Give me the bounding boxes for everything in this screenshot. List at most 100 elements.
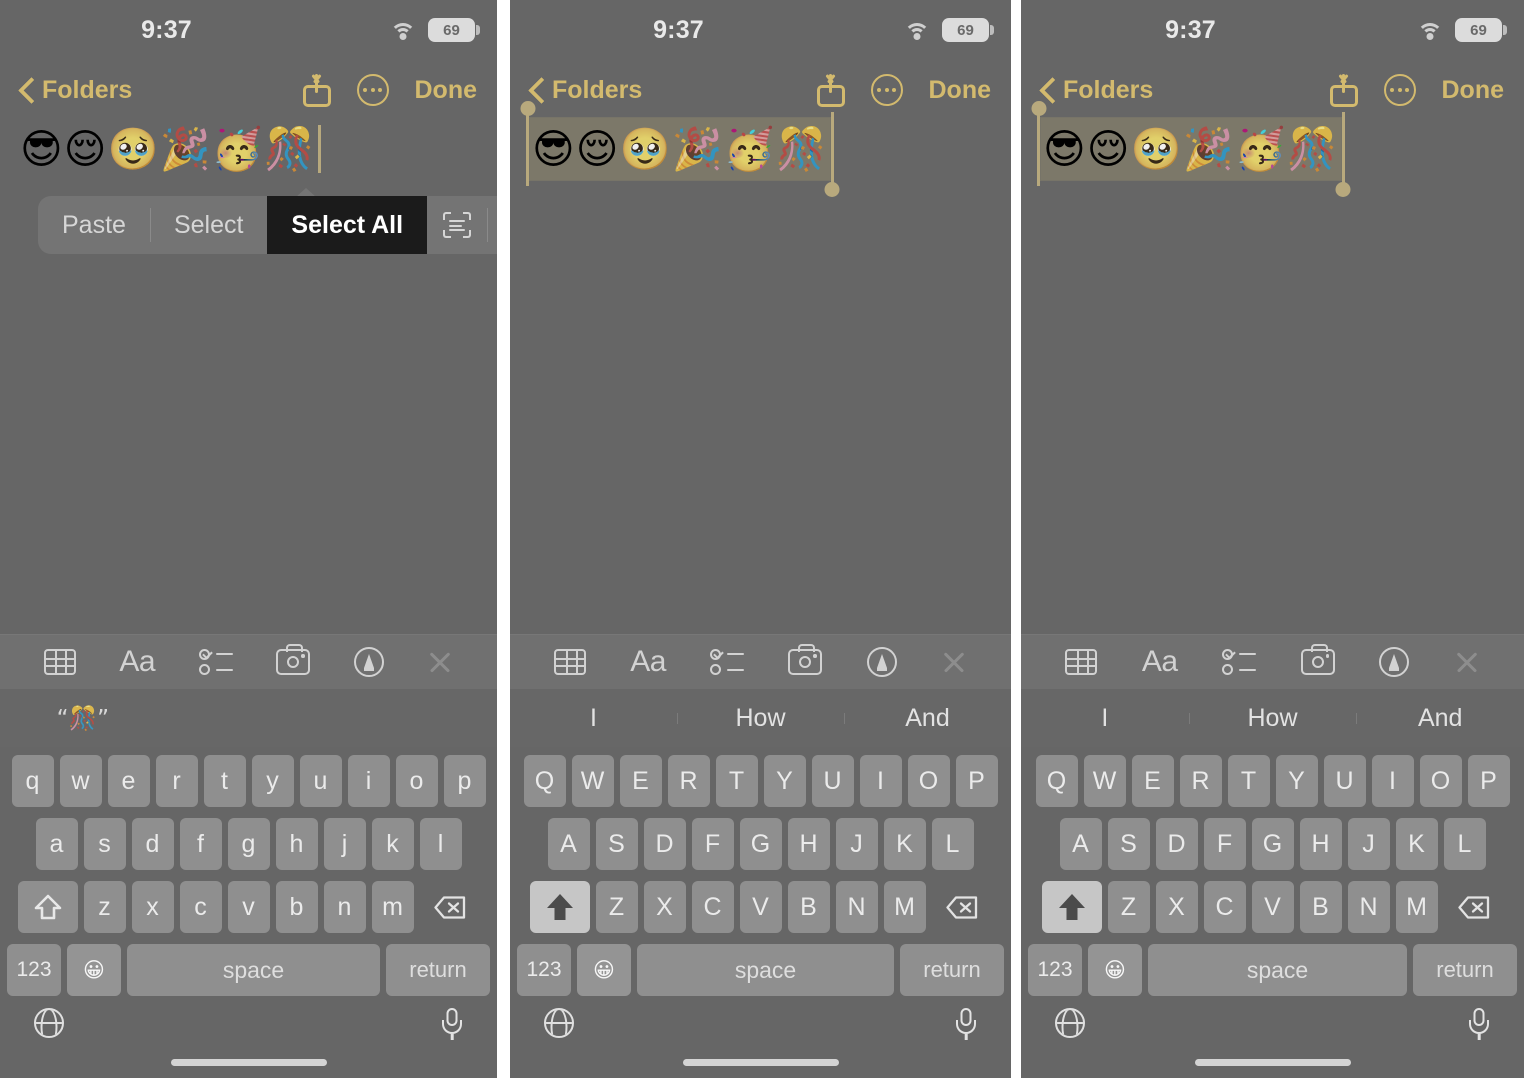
- note-body[interactable]: 😎😌🥹🎉🥳🎊: [510, 101, 1011, 197]
- key-q[interactable]: q: [11, 755, 54, 807]
- return-key[interactable]: return: [386, 944, 490, 996]
- table-icon[interactable]: [43, 649, 76, 675]
- checklist-icon[interactable]: [198, 649, 233, 675]
- key-c[interactable]: C: [691, 881, 734, 933]
- shift-key[interactable]: [17, 881, 78, 933]
- key-a[interactable]: a: [35, 818, 78, 870]
- key-o[interactable]: O: [1419, 755, 1462, 807]
- return-key[interactable]: return: [900, 944, 1004, 996]
- menu-item-scan-text[interactable]: [427, 196, 487, 254]
- key-h[interactable]: h: [275, 818, 318, 870]
- key-d[interactable]: D: [1155, 818, 1198, 870]
- share-icon[interactable]: [1329, 73, 1358, 107]
- text-format-icon[interactable]: Aa: [119, 647, 155, 677]
- back-to-folders-button[interactable]: Folders: [530, 76, 642, 105]
- key-z[interactable]: z: [83, 881, 126, 933]
- globe-language-icon[interactable]: [34, 1008, 64, 1038]
- prediction-0[interactable]: “🎊”: [0, 705, 166, 732]
- key-z[interactable]: Z: [1107, 881, 1150, 933]
- close-icon[interactable]: [1454, 649, 1480, 675]
- key-w[interactable]: W: [1083, 755, 1126, 807]
- numbers-key[interactable]: 123: [7, 944, 61, 996]
- key-r[interactable]: R: [667, 755, 710, 807]
- key-i[interactable]: i: [347, 755, 390, 807]
- markup-pen-icon[interactable]: [353, 647, 384, 677]
- key-f[interactable]: F: [691, 818, 734, 870]
- edit-menu-panel-1[interactable]: Paste Select Select All: [38, 188, 497, 254]
- key-r[interactable]: r: [155, 755, 198, 807]
- shift-key[interactable]: [1041, 881, 1102, 933]
- key-j[interactable]: j: [323, 818, 366, 870]
- markup-pen-icon[interactable]: [1379, 647, 1410, 677]
- key-c[interactable]: C: [1203, 881, 1246, 933]
- numbers-key[interactable]: 123: [517, 944, 571, 996]
- key-k[interactable]: K: [883, 818, 926, 870]
- key-o[interactable]: o: [395, 755, 438, 807]
- key-d[interactable]: d: [131, 818, 174, 870]
- prediction-1[interactable]: How: [1188, 704, 1357, 733]
- key-g[interactable]: G: [1251, 818, 1294, 870]
- selection-handle-end[interactable]: [824, 112, 840, 197]
- key-p[interactable]: P: [955, 755, 998, 807]
- key-q[interactable]: Q: [1035, 755, 1078, 807]
- note-body[interactable]: 😎😌🥹🎉🥳🎊: [0, 118, 497, 180]
- delete-key[interactable]: [420, 881, 480, 933]
- note-body[interactable]: 😎😌🥹🎉🥳🎊: [1021, 101, 1524, 197]
- key-r[interactable]: R: [1179, 755, 1222, 807]
- shift-key[interactable]: [529, 881, 590, 933]
- emoji-smiley-icon[interactable]: 😀: [577, 944, 631, 996]
- prediction-1[interactable]: How: [677, 704, 844, 733]
- globe-language-icon[interactable]: [1055, 1008, 1085, 1038]
- return-key[interactable]: return: [1413, 944, 1517, 996]
- key-t[interactable]: T: [1227, 755, 1270, 807]
- delete-key[interactable]: [932, 881, 992, 933]
- close-icon[interactable]: [427, 649, 453, 675]
- key-l[interactable]: L: [1443, 818, 1486, 870]
- key-y[interactable]: y: [251, 755, 294, 807]
- menu-item-paste[interactable]: Paste: [38, 196, 150, 254]
- microphone-icon[interactable]: [1468, 1008, 1490, 1040]
- key-z[interactable]: Z: [595, 881, 638, 933]
- key-f[interactable]: f: [179, 818, 222, 870]
- prediction-2[interactable]: And: [844, 704, 1011, 733]
- key-a[interactable]: A: [547, 818, 590, 870]
- note-emoji-text-selected[interactable]: 😎😌🥹🎉🥳🎊: [1031, 101, 1351, 197]
- key-p[interactable]: p: [443, 755, 486, 807]
- key-y[interactable]: Y: [763, 755, 806, 807]
- key-o[interactable]: O: [907, 755, 950, 807]
- camera-icon[interactable]: [276, 643, 311, 675]
- key-q[interactable]: Q: [523, 755, 566, 807]
- table-icon[interactable]: [554, 649, 587, 675]
- share-icon[interactable]: [302, 73, 331, 107]
- key-u[interactable]: u: [299, 755, 342, 807]
- key-j[interactable]: J: [835, 818, 878, 870]
- key-y[interactable]: Y: [1275, 755, 1318, 807]
- key-e[interactable]: e: [107, 755, 150, 807]
- key-u[interactable]: U: [811, 755, 854, 807]
- key-v[interactable]: V: [739, 881, 782, 933]
- key-h[interactable]: H: [787, 818, 830, 870]
- close-icon[interactable]: [941, 649, 967, 675]
- key-j[interactable]: J: [1347, 818, 1390, 870]
- microphone-icon[interactable]: [955, 1008, 977, 1040]
- key-i[interactable]: I: [1371, 755, 1414, 807]
- key-t[interactable]: T: [715, 755, 758, 807]
- menu-item-next-page[interactable]: [487, 196, 497, 254]
- key-b[interactable]: B: [1299, 881, 1342, 933]
- space-key[interactable]: space: [127, 944, 380, 996]
- prediction-2[interactable]: And: [1356, 704, 1524, 733]
- numbers-key[interactable]: 123: [1028, 944, 1082, 996]
- done-button[interactable]: Done: [1442, 76, 1505, 105]
- menu-item-select-all[interactable]: Select All: [267, 196, 428, 254]
- key-n[interactable]: n: [323, 881, 366, 933]
- key-s[interactable]: s: [83, 818, 126, 870]
- key-m[interactable]: m: [371, 881, 414, 933]
- space-key[interactable]: space: [637, 944, 894, 996]
- prediction-0[interactable]: I: [510, 704, 677, 733]
- checklist-icon[interactable]: [1222, 649, 1257, 675]
- globe-language-icon[interactable]: [544, 1008, 574, 1038]
- camera-icon[interactable]: [1300, 643, 1335, 675]
- ellipsis-circle-icon[interactable]: [1383, 74, 1416, 106]
- checklist-icon[interactable]: [710, 649, 745, 675]
- key-b[interactable]: b: [275, 881, 318, 933]
